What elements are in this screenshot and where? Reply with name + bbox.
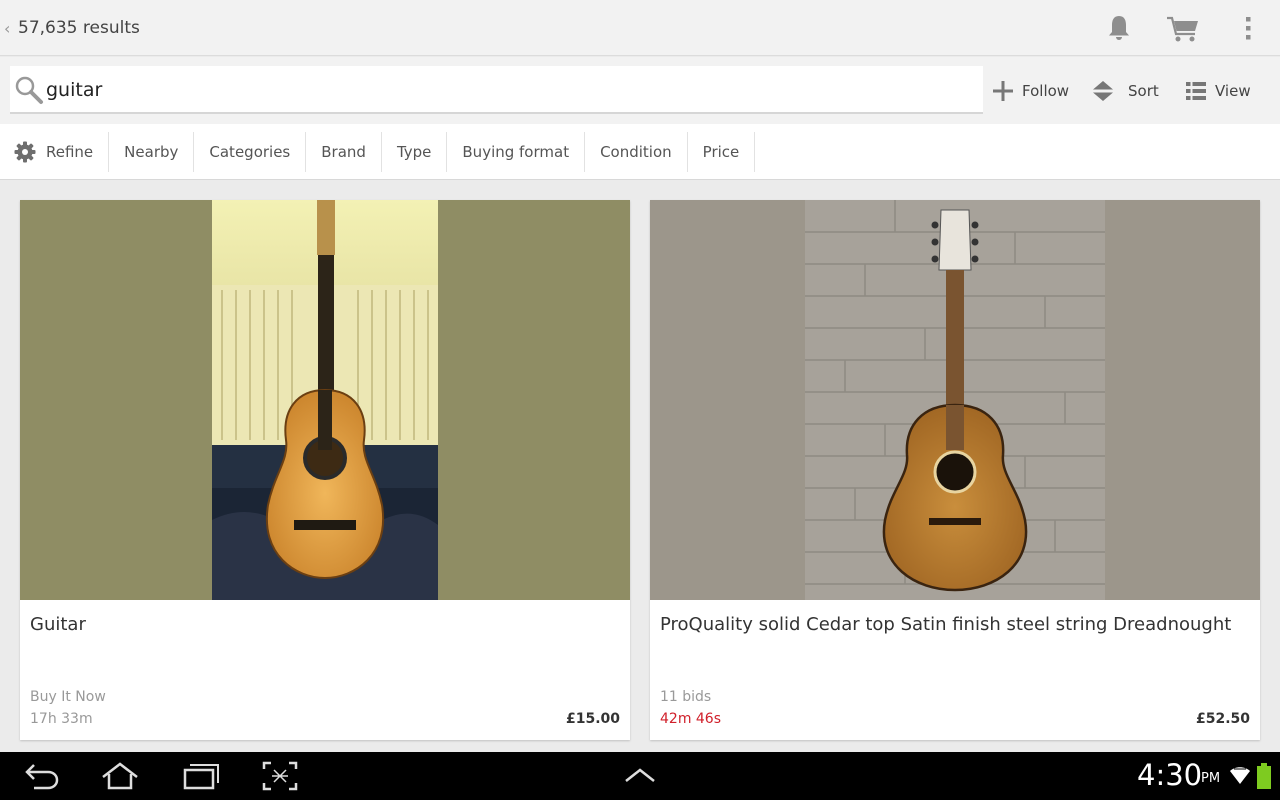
list-view-icon: [1186, 82, 1206, 100]
sort-icon: [1093, 81, 1113, 101]
view-label: View: [1215, 82, 1251, 100]
sort-label: Sort: [1128, 82, 1159, 100]
home-icon[interactable]: [100, 761, 140, 791]
filter-label: Refine: [46, 142, 94, 161]
plus-icon: [993, 81, 1013, 101]
follow-label: Follow: [1022, 82, 1070, 100]
listing-format: Buy It Now: [30, 689, 106, 705]
overflow-menu-icon[interactable]: [1236, 12, 1260, 44]
bell-icon[interactable]: [1103, 12, 1135, 44]
search-box[interactable]: [10, 66, 983, 114]
filter-categories[interactable]: Categories: [194, 131, 307, 172]
listing-title[interactable]: ProQuality solid Cedar top Satin finish …: [660, 614, 1250, 635]
listing-price: £52.50: [1195, 711, 1250, 727]
clock-ampm: PM: [1201, 771, 1221, 786]
chevron-up-icon[interactable]: [624, 761, 656, 791]
follow-button[interactable]: Follow: [992, 77, 1069, 105]
filter-bar: Refine Nearby Categories Brand Type Buyi…: [0, 124, 1280, 180]
listing-image[interactable]: [650, 200, 1260, 600]
recent-apps-icon[interactable]: [182, 761, 220, 791]
system-nav-bar: 4:30 PM: [0, 752, 1280, 800]
battery-icon: [1257, 763, 1271, 789]
guitar-photo: [212, 200, 438, 600]
action-bar: ‹ 57,635 results: [0, 0, 1280, 56]
listing-bids: 11 bids: [660, 689, 712, 705]
results-count[interactable]: 57,635 results: [18, 18, 140, 38]
filter-price[interactable]: Price: [688, 131, 756, 172]
back-chevron-icon[interactable]: ‹: [4, 19, 10, 38]
search-icon: [15, 76, 43, 104]
listing-card[interactable]: Guitar Buy It Now 17h 33m £15.00: [20, 200, 630, 740]
wifi-icon: [1230, 767, 1250, 784]
search-input[interactable]: [46, 75, 946, 105]
gear-icon: [14, 141, 36, 162]
listing-card[interactable]: ProQuality solid Cedar top Satin finish …: [650, 200, 1260, 740]
listing-time-left: 17h 33m: [30, 711, 93, 727]
listing-image[interactable]: [20, 200, 630, 600]
filter-condition[interactable]: Condition: [585, 131, 688, 172]
filter-refine[interactable]: Refine: [0, 131, 110, 172]
sort-button[interactable]: Sort: [1092, 77, 1159, 105]
view-button[interactable]: View: [1185, 77, 1251, 105]
listing-title[interactable]: Guitar: [30, 614, 620, 635]
filter-type[interactable]: Type: [382, 131, 448, 172]
screenshot-icon[interactable]: [262, 761, 298, 791]
filter-nearby[interactable]: Nearby: [109, 131, 195, 172]
listing-time-left: 42m 46s: [660, 711, 722, 727]
listing-price: £15.00: [565, 711, 620, 727]
guitar-photo: [805, 200, 1105, 600]
filter-brand[interactable]: Brand: [306, 131, 382, 172]
filter-buying-format[interactable]: Buying format: [447, 131, 586, 172]
back-icon[interactable]: [24, 761, 60, 791]
clock-time: 4:30: [1137, 758, 1203, 792]
cart-icon[interactable]: [1165, 12, 1201, 44]
search-row: Follow Sort View: [0, 57, 1280, 124]
